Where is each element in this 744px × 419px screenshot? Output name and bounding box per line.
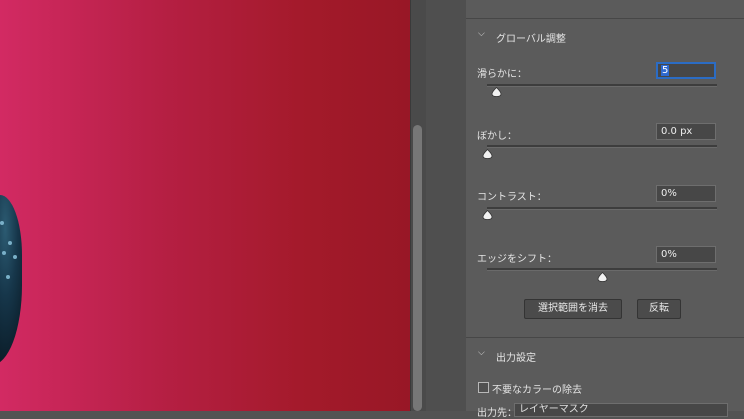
feather-slider-track[interactable]: [487, 145, 717, 148]
chevron-down-icon[interactable]: ⌵: [478, 348, 485, 358]
section-divider: [466, 18, 744, 19]
smooth-input[interactable]: 5: [656, 62, 716, 79]
output-to-label: 出力先：: [477, 408, 517, 419]
contrast-input[interactable]: 0%: [656, 185, 716, 202]
decontaminate-label: 不要なカラーの除去: [492, 385, 582, 396]
feather-label: ぼかし：: [477, 131, 517, 142]
shift-edge-slider-thumb[interactable]: [597, 272, 608, 282]
output-to-select[interactable]: レイヤーマスク: [514, 403, 728, 417]
chevron-down-icon[interactable]: ⌵: [478, 29, 485, 39]
contrast-label: コントラスト：: [477, 192, 547, 203]
section-title-global-adjust[interactable]: グローバル調整: [496, 30, 566, 45]
image-canvas[interactable]: [0, 0, 410, 411]
smooth-slider-track[interactable]: [487, 84, 717, 87]
smooth-slider-thumb[interactable]: [491, 87, 502, 97]
smooth-value: 5: [661, 65, 670, 76]
shift-edge-input[interactable]: 0%: [656, 246, 716, 263]
clear-selection-button[interactable]: 選択範囲を消去: [524, 299, 622, 319]
invert-button[interactable]: 反転: [637, 299, 681, 319]
panel-gap: [426, 0, 466, 411]
subject-silhouette: [0, 195, 22, 365]
contrast-slider-thumb[interactable]: [482, 210, 493, 220]
section-divider: [466, 337, 744, 338]
feather-input[interactable]: 0.0 px: [656, 123, 716, 140]
shift-edge-slider-track[interactable]: [487, 268, 717, 271]
decontaminate-checkbox[interactable]: [478, 382, 489, 393]
vertical-scrollbar[interactable]: [413, 125, 422, 411]
shift-edge-label: エッジをシフト：: [477, 254, 557, 265]
feather-slider-thumb[interactable]: [482, 149, 493, 159]
smooth-label: 滑らかに：: [477, 69, 527, 80]
section-title-output-settings[interactable]: 出力設定: [496, 349, 536, 364]
contrast-slider-track[interactable]: [487, 207, 717, 210]
